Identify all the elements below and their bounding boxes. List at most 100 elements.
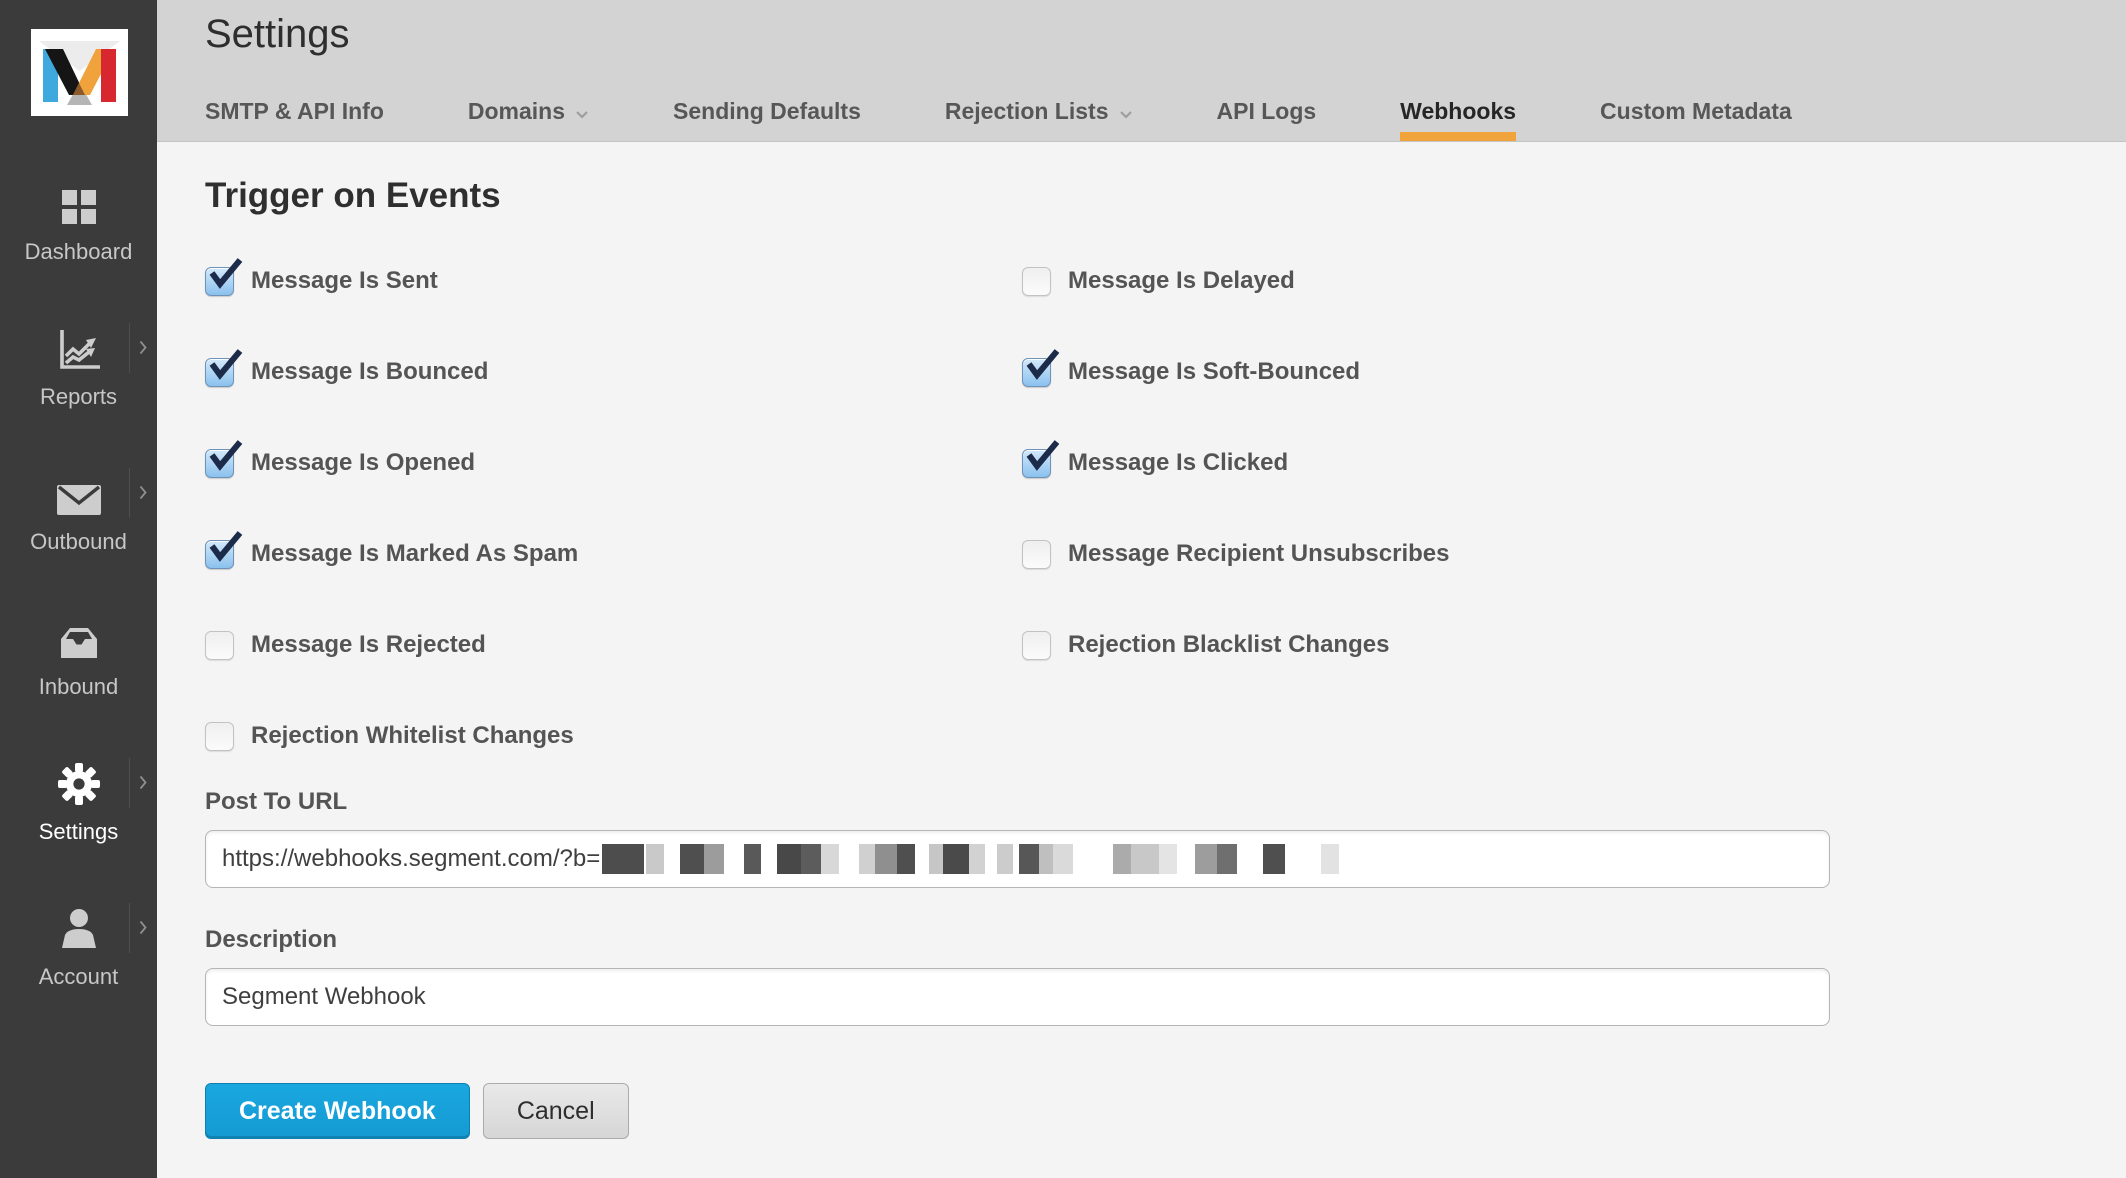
tab-domains[interactable]: Domains: [468, 98, 589, 141]
redaction-block: [875, 844, 897, 874]
post-to-url-input[interactable]: https://webhooks.segment.com/?b=: [205, 830, 1830, 888]
redaction-block: [1053, 844, 1073, 874]
sidebar-item-account[interactable]: Account: [0, 903, 157, 1015]
tab-rejection-lists[interactable]: Rejection Lists: [945, 98, 1133, 141]
redaction-block: [821, 844, 839, 874]
sidebar-item-label: Outbound: [0, 529, 157, 555]
mandrill-logo[interactable]: [31, 29, 128, 116]
event-row-message-is-marked-as-spam[interactable]: Message Is Marked As Spam: [205, 539, 1022, 569]
create-webhook-button[interactable]: Create Webhook: [205, 1083, 470, 1139]
sidebar-item-settings[interactable]: Settings: [0, 758, 157, 870]
mandrill-settings-page: Dashboard Reports Outbound Inbound Settings A…: [0, 0, 2126, 1178]
event-row-message-is-sent[interactable]: Message Is Sent: [205, 266, 1022, 296]
section-heading: Trigger on Events: [205, 176, 2126, 216]
redaction-block: [801, 844, 821, 874]
checkbox-label: Message Is Delayed: [1068, 267, 1295, 295]
checkbox-checked[interactable]: [205, 358, 234, 387]
sidebar: Dashboard Reports Outbound Inbound Settings A…: [0, 0, 157, 1178]
main-content: Trigger on Events Message Is SentMessage…: [157, 142, 2126, 1178]
sidebar-item-inbound[interactable]: Inbound: [0, 613, 157, 725]
checkbox-unchecked[interactable]: [205, 631, 234, 660]
header: Settings SMTP & API Info Domains Sending D…: [157, 0, 2126, 142]
tab-label: SMTP & API Info: [205, 98, 384, 124]
sidebar-item-dashboard[interactable]: Dashboard: [0, 178, 157, 290]
tab-label: API Logs: [1217, 98, 1317, 124]
event-row-message-is-clicked[interactable]: Message Is Clicked: [1022, 448, 1449, 478]
page-title: Settings: [205, 12, 350, 57]
redaction-block: [1039, 844, 1053, 874]
tab-label: Custom Metadata: [1600, 98, 1792, 124]
envelope-icon: [0, 468, 157, 516]
tab-webhooks[interactable]: Webhooks: [1400, 98, 1516, 141]
checkbox-label: Message Is Rejected: [251, 631, 486, 659]
chevron-right-icon: [139, 920, 148, 940]
event-row-message-is-soft-bounced[interactable]: Message Is Soft-Bounced: [1022, 357, 1449, 387]
redaction-block: [1321, 844, 1339, 874]
checkbox-unchecked[interactable]: [1022, 267, 1051, 296]
event-row-message-recipient-unsubscribes[interactable]: Message Recipient Unsubscribes: [1022, 539, 1449, 569]
event-row-message-is-bounced[interactable]: Message Is Bounced: [205, 357, 1022, 387]
checkbox-unchecked[interactable]: [1022, 631, 1051, 660]
checkbox-unchecked[interactable]: [1022, 540, 1051, 569]
tab-sending-defaults[interactable]: Sending Defaults: [673, 98, 861, 141]
checkbox-checked[interactable]: [1022, 358, 1051, 387]
redaction-block: [680, 844, 704, 874]
sidebar-item-divider: [129, 468, 130, 518]
checkbox-unchecked[interactable]: [205, 722, 234, 751]
event-checkbox-grid: Message Is Sent Message Is Bounced Message…: [205, 266, 2126, 751]
event-row-message-is-rejected[interactable]: Message Is Rejected: [205, 630, 1022, 660]
sidebar-item-outbound[interactable]: Outbound: [0, 468, 157, 580]
reports-chart-icon: [0, 323, 157, 371]
redaction-block: [646, 844, 664, 874]
checkbox-checked[interactable]: [205, 267, 234, 296]
redaction-block: [602, 844, 644, 874]
checkbox-checked[interactable]: [205, 540, 234, 569]
checkbox-checked[interactable]: [205, 449, 234, 478]
post-to-url-value: https://webhooks.segment.com/?b=: [222, 845, 600, 873]
settings-tabs: SMTP & API Info Domains Sending Defaults Re…: [205, 98, 1792, 141]
tab-label: Rejection Lists: [945, 98, 1109, 124]
event-row-rejection-whitelist-changes[interactable]: Rejection Whitelist Changes: [205, 721, 1022, 751]
person-icon: [0, 903, 157, 951]
sidebar-item-divider: [129, 323, 130, 373]
checkbox-label: Message Is Sent: [251, 267, 438, 295]
chevron-down-icon: [1119, 98, 1133, 125]
tab-custom-metadata[interactable]: Custom Metadata: [1600, 98, 1792, 141]
redaction-block: [929, 844, 943, 874]
checkbox-label: Message Is Soft-Bounced: [1068, 358, 1360, 386]
event-row-message-is-delayed[interactable]: Message Is Delayed: [1022, 266, 1449, 296]
redaction-block: [1195, 844, 1217, 874]
checkbox-checked[interactable]: [1022, 449, 1051, 478]
redaction-block: [1159, 844, 1177, 874]
sidebar-item-label: Settings: [0, 819, 157, 845]
cancel-button[interactable]: Cancel: [483, 1083, 629, 1139]
tab-smtp-api-info[interactable]: SMTP & API Info: [205, 98, 384, 141]
sidebar-item-divider: [129, 758, 130, 808]
sidebar-item-label: Inbound: [0, 674, 157, 700]
checkbox-label: Rejection Blacklist Changes: [1068, 631, 1389, 659]
sidebar-item-label: Reports: [0, 384, 157, 410]
redaction-block: [744, 844, 761, 874]
tab-label: Sending Defaults: [673, 98, 861, 124]
redaction-block: [859, 844, 875, 874]
checkbox-label: Message Is Bounced: [251, 358, 488, 386]
inbox-tray-icon: [0, 613, 157, 661]
description-label: Description: [205, 926, 2126, 954]
dashboard-grid-icon: [0, 178, 157, 226]
tab-label: Domains: [468, 98, 565, 124]
redaction-block: [704, 844, 724, 874]
redaction-block: [1131, 844, 1159, 874]
checkbox-label: Message Is Opened: [251, 449, 475, 477]
checkbox-label: Rejection Whitelist Changes: [251, 722, 574, 750]
event-row-rejection-blacklist-changes[interactable]: Rejection Blacklist Changes: [1022, 630, 1449, 660]
description-input[interactable]: [205, 968, 1830, 1026]
mandrill-m-icon: [31, 29, 128, 116]
event-row-message-is-opened[interactable]: Message Is Opened: [205, 448, 1022, 478]
redaction-block: [943, 844, 969, 874]
redaction-block: [1019, 844, 1039, 874]
redaction-block: [1263, 844, 1285, 874]
chevron-right-icon: [139, 340, 148, 360]
tab-api-logs[interactable]: API Logs: [1217, 98, 1317, 141]
redaction-block: [897, 844, 915, 874]
sidebar-item-reports[interactable]: Reports: [0, 323, 157, 435]
